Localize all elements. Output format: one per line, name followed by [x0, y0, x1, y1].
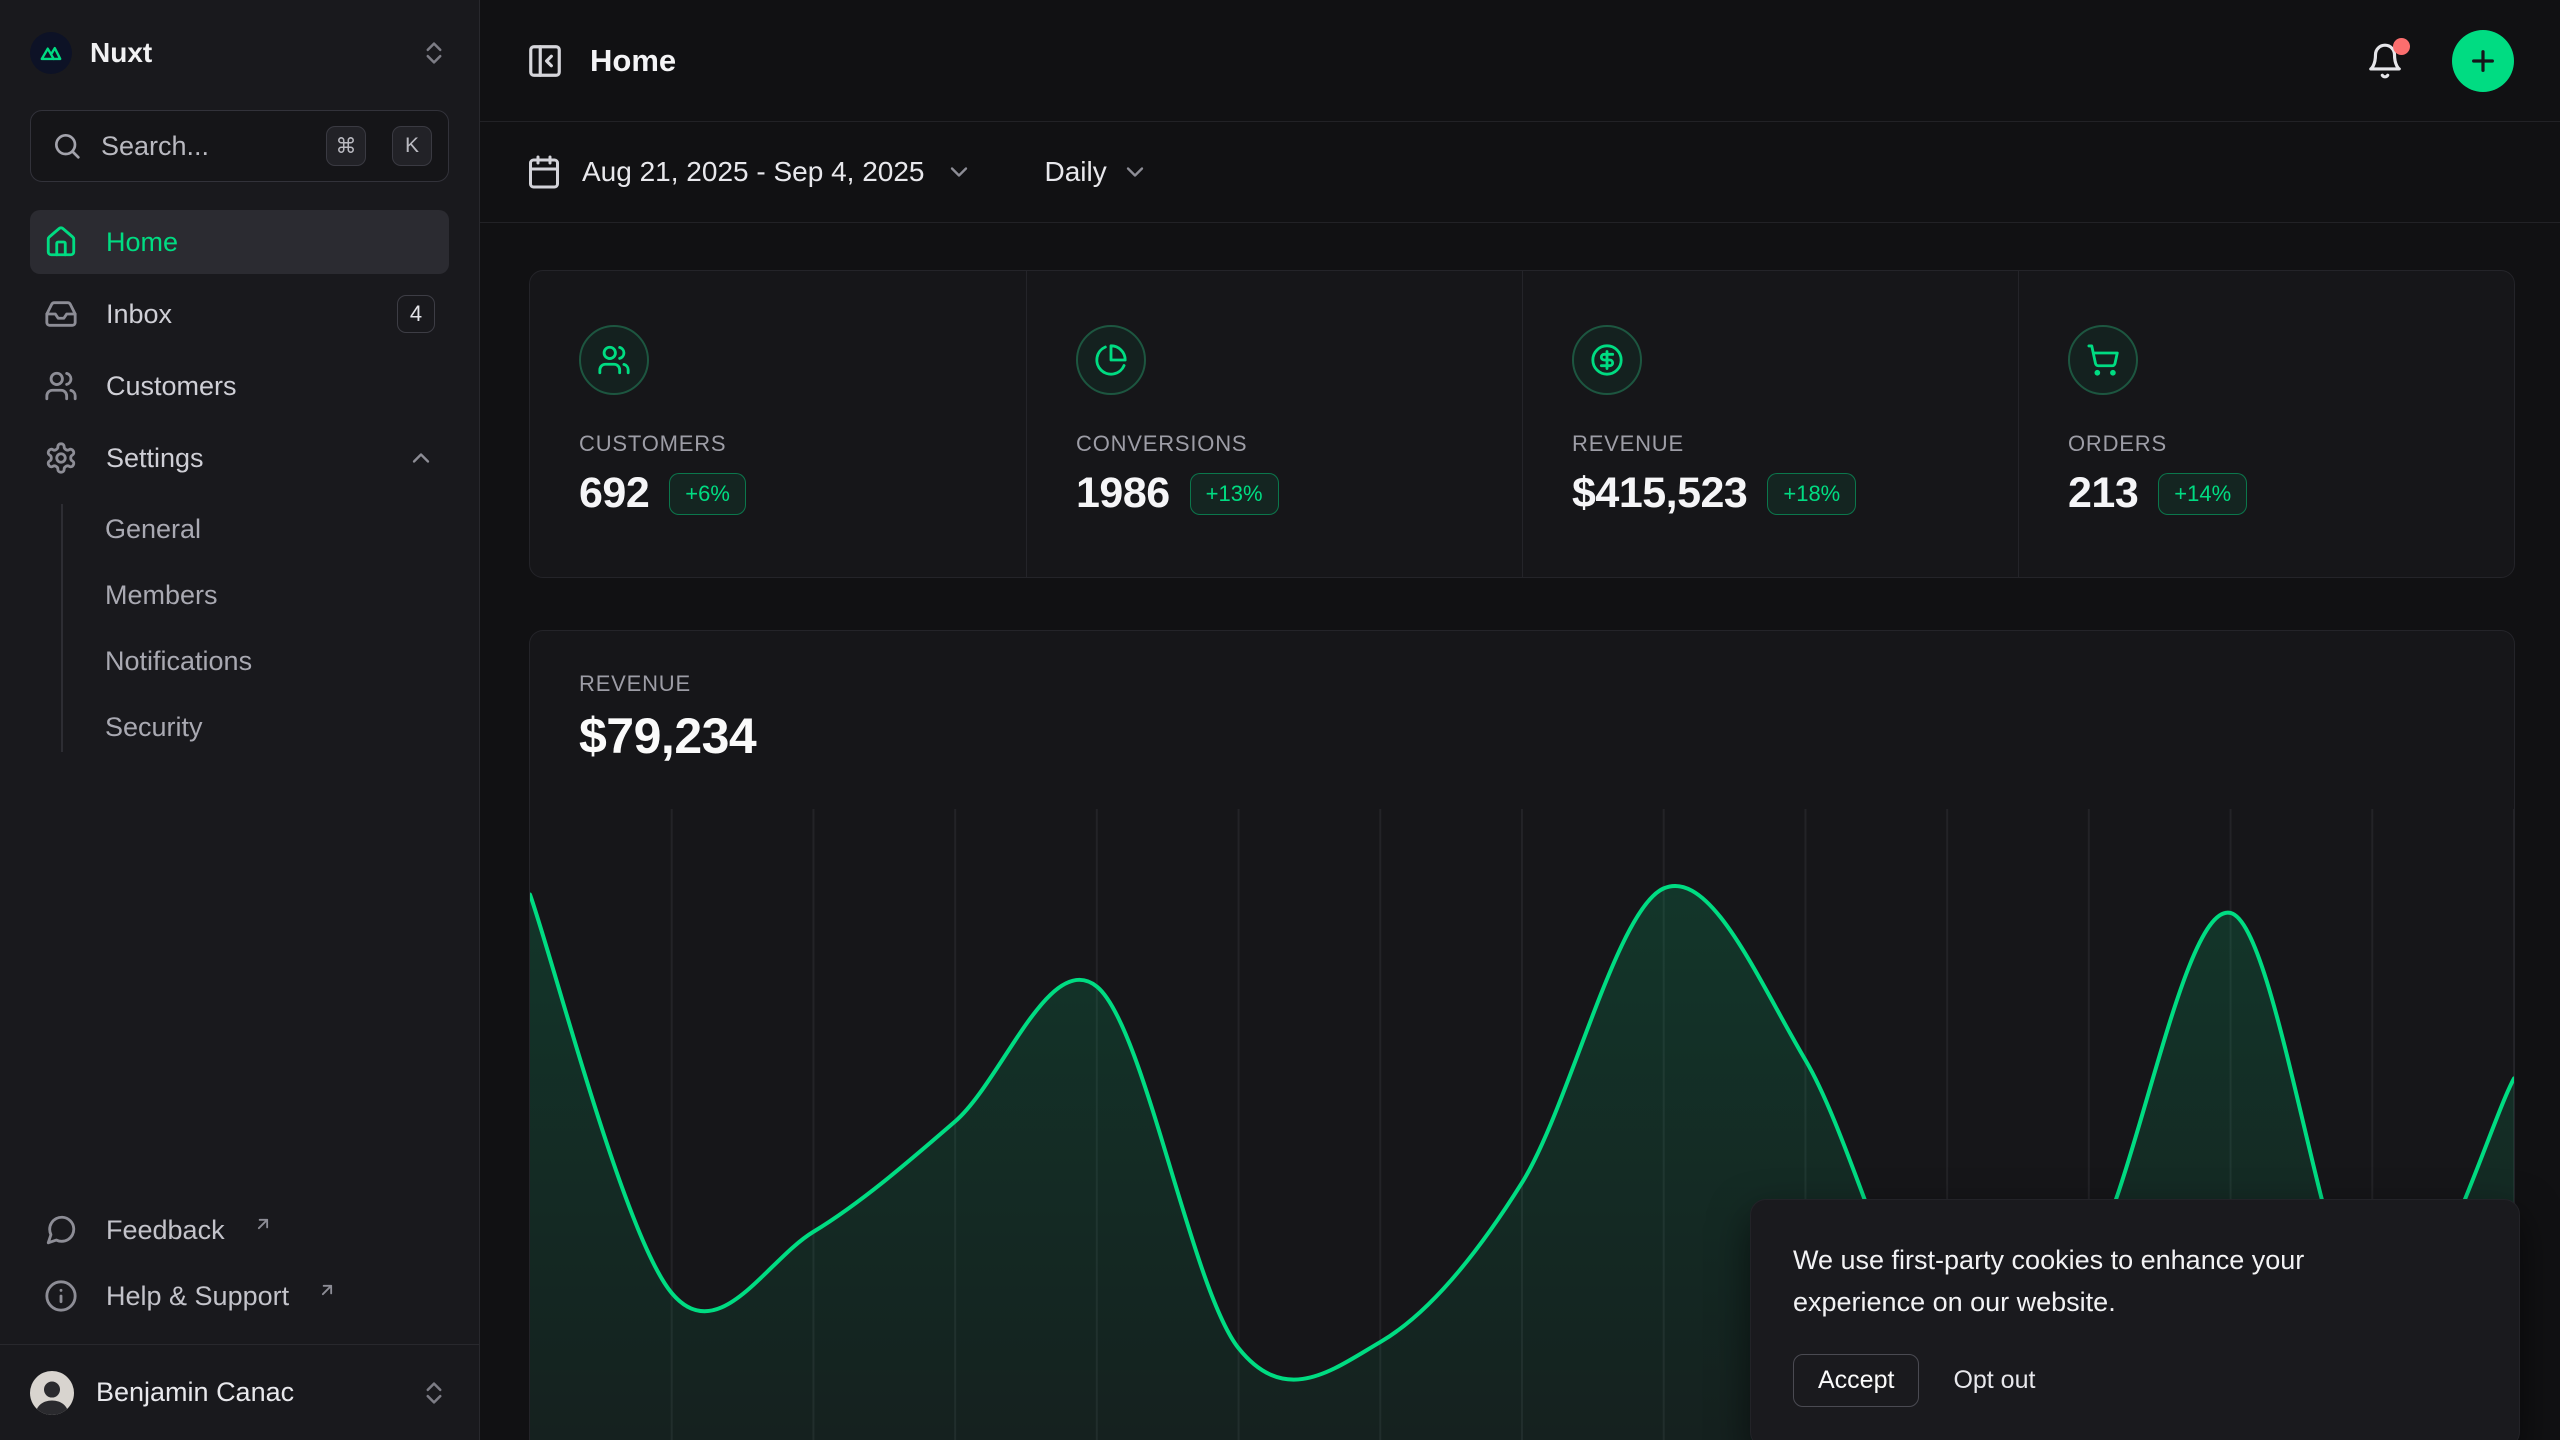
chevrons-up-down-icon — [419, 38, 449, 68]
chevron-down-icon — [1121, 158, 1149, 186]
stat-card-conversions[interactable]: CONVERSIONS 1986 +13% — [1026, 271, 1522, 577]
filters-toolbar: Aug 21, 2025 - Sep 4, 2025 Daily — [480, 122, 2560, 223]
calendar-icon — [526, 154, 562, 190]
stat-delta-badge: +18% — [1767, 473, 1856, 515]
sidebar-item-security[interactable]: Security — [105, 696, 449, 758]
search-placeholder: Search... — [101, 131, 308, 162]
page-header: Home — [480, 0, 2560, 122]
stats-panel: CUSTOMERS 692 +6% CONVERSIONS 1986 +13% — [529, 270, 2515, 578]
sidebar-item-home[interactable]: Home — [30, 210, 449, 274]
page-title: Home — [590, 43, 2340, 79]
cookie-message: We use first-party cookies to enhance yo… — [1793, 1240, 2393, 1324]
stat-label: ORDERS — [2068, 431, 2484, 457]
help-support-link[interactable]: Help & Support — [30, 1266, 449, 1326]
footer-link-label: Feedback — [106, 1215, 225, 1246]
sidebar-nav: Home Inbox 4 Customers Sett — [0, 210, 479, 758]
chevron-up-icon — [407, 444, 435, 472]
add-button[interactable] — [2452, 30, 2514, 92]
stat-card-orders[interactable]: ORDERS 213 +14% — [2018, 271, 2514, 577]
app-root: Nuxt Search... ⌘ K Home — [0, 0, 2560, 1440]
inbox-icon — [44, 297, 80, 331]
stat-value: 1986 — [1076, 469, 1170, 518]
footer-link-label: Help & Support — [106, 1281, 289, 1312]
sidebar-item-label: Inbox — [106, 299, 172, 330]
workspace-name: Nuxt — [90, 37, 401, 69]
user-name: Benjamin Canac — [96, 1377, 397, 1408]
sidebar-item-general[interactable]: General — [105, 498, 449, 560]
stat-label: CUSTOMERS — [579, 431, 996, 457]
feedback-link[interactable]: Feedback — [30, 1200, 449, 1260]
search-input[interactable]: Search... ⌘ K — [30, 110, 449, 182]
stat-card-customers[interactable]: CUSTOMERS 692 +6% — [530, 271, 1026, 577]
stat-value: $415,523 — [1572, 469, 1747, 518]
granularity-label: Daily — [1045, 156, 1107, 188]
stat-label: CONVERSIONS — [1076, 431, 1492, 457]
sidebar-item-customers[interactable]: Customers — [30, 354, 449, 418]
user-menu[interactable]: Benjamin Canac — [0, 1344, 479, 1440]
sidebar-item-label: Settings — [106, 443, 204, 474]
workspace-switcher[interactable]: Nuxt — [0, 0, 479, 106]
avatar — [30, 1371, 74, 1415]
stat-delta-badge: +6% — [669, 473, 746, 515]
gear-icon — [44, 441, 80, 475]
notifications-button[interactable] — [2366, 42, 2404, 80]
notification-dot — [2393, 38, 2410, 55]
cart-icon — [2068, 325, 2138, 395]
sidebar-item-members[interactable]: Members — [105, 564, 449, 626]
home-icon — [44, 225, 80, 259]
revenue-chart-value: $79,234 — [579, 707, 2514, 765]
sidebar-footer-links: Feedback Help & Support — [0, 1200, 479, 1344]
search-icon — [51, 130, 83, 162]
sidebar: Nuxt Search... ⌘ K Home — [0, 0, 480, 1440]
kbd-cmd: ⌘ — [326, 126, 366, 166]
revenue-chart-label: REVENUE — [579, 671, 2514, 697]
sidebar-item-label: Home — [106, 227, 178, 258]
users-icon — [44, 369, 80, 403]
nuxt-logo-icon — [30, 32, 72, 74]
stat-value: 213 — [2068, 469, 2138, 518]
settings-sub-list: General Members Notifications Security — [30, 498, 449, 758]
date-range-label: Aug 21, 2025 - Sep 4, 2025 — [582, 156, 925, 188]
sidebar-item-notifications[interactable]: Notifications — [105, 630, 449, 692]
arrow-up-right-icon — [317, 1280, 337, 1300]
sub-item-label: General — [105, 514, 201, 545]
sub-item-label: Security — [105, 712, 203, 743]
users-icon — [579, 325, 649, 395]
plus-icon — [2467, 45, 2499, 77]
chevrons-up-down-icon — [419, 1378, 449, 1408]
inbox-count-badge: 4 — [397, 295, 435, 333]
stat-delta-badge: +14% — [2158, 473, 2247, 515]
kbd-k: K — [392, 126, 432, 166]
cookie-accept-button[interactable]: Accept — [1793, 1354, 1919, 1407]
stat-label: REVENUE — [1572, 431, 1988, 457]
pie-chart-icon — [1076, 325, 1146, 395]
sidebar-item-inbox[interactable]: Inbox 4 — [30, 282, 449, 346]
sidebar-item-settings[interactable]: Settings — [30, 426, 449, 490]
dollar-circle-icon — [1572, 325, 1642, 395]
sidebar-item-label: Customers — [106, 371, 237, 402]
chevron-down-icon — [945, 158, 973, 186]
cookie-banner: We use first-party cookies to enhance yo… — [1750, 1199, 2520, 1440]
stat-delta-badge: +13% — [1190, 473, 1279, 515]
granularity-select[interactable]: Daily — [1045, 156, 1149, 188]
message-circle-icon — [44, 1213, 80, 1247]
info-circle-icon — [44, 1279, 80, 1313]
sub-item-label: Notifications — [105, 646, 252, 677]
date-range-picker[interactable]: Aug 21, 2025 - Sep 4, 2025 — [526, 154, 973, 190]
stat-card-revenue[interactable]: REVENUE $415,523 +18% — [1522, 271, 2018, 577]
arrow-up-right-icon — [253, 1214, 273, 1234]
panel-collapse-icon[interactable] — [526, 42, 564, 80]
sub-item-label: Members — [105, 580, 218, 611]
stat-value: 692 — [579, 469, 649, 518]
cookie-optout-button[interactable]: Opt out — [1953, 1366, 2035, 1395]
